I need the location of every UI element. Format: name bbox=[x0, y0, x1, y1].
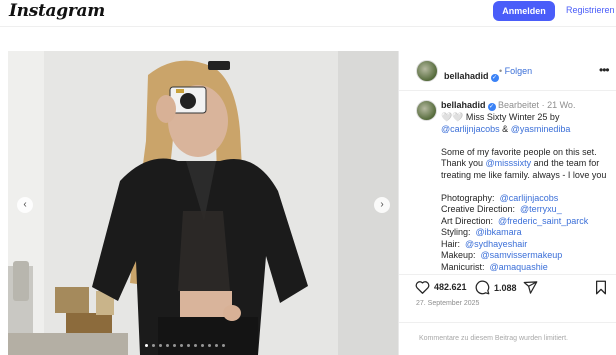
follow-area: • Folgen bbox=[499, 66, 532, 76]
credit-role: Hair: bbox=[441, 238, 461, 249]
credit-line: Manicurist: @amaquashie bbox=[441, 262, 609, 274]
share-button[interactable] bbox=[523, 280, 538, 295]
chevron-left-icon: ‹ bbox=[23, 199, 27, 210]
carousel-dot[interactable] bbox=[215, 344, 218, 347]
register-link[interactable]: Registrieren bbox=[566, 5, 615, 15]
chevron-right-icon: › bbox=[380, 199, 384, 210]
instagram-logo[interactable]: Instagram bbox=[9, 1, 105, 21]
post-photo bbox=[8, 51, 398, 355]
credit-role: Creative Direction: bbox=[441, 204, 516, 214]
caption-emoji: 🤍🤍 bbox=[441, 112, 464, 122]
credit-line: Makeup: @samvissermakeup bbox=[441, 250, 609, 262]
comment-count: 1.088 bbox=[494, 282, 517, 293]
carousel-dot[interactable] bbox=[145, 344, 148, 347]
post-media[interactable]: ‹ › bbox=[8, 51, 398, 355]
save-button[interactable] bbox=[595, 280, 607, 295]
follow-button[interactable]: Folgen bbox=[505, 66, 533, 76]
caption-area: bellahadid ✓ Bearbeitet · 21 Wo. 🤍🤍 Miss … bbox=[399, 92, 616, 274]
credit-role: Art Direction: bbox=[441, 215, 494, 226]
mention-link[interactable]: @carlijnjacobs bbox=[441, 124, 500, 134]
carousel-dot[interactable] bbox=[194, 344, 197, 347]
credit-line: Styling: @ibkamara bbox=[441, 227, 609, 239]
credit-role: Makeup: bbox=[441, 250, 476, 260]
credit-handle-link[interactable]: @frederic_saint_parck bbox=[498, 216, 588, 226]
age-separator: · bbox=[541, 100, 545, 110]
comment-icon bbox=[475, 280, 490, 295]
share-icon bbox=[523, 281, 538, 294]
carousel-dot[interactable] bbox=[173, 344, 176, 347]
credit-line: Photography: @carlijnjacobs bbox=[441, 193, 609, 205]
credit-role: Manicurist: bbox=[441, 261, 485, 272]
credit-line: Art Direction: @frederic_saint_parck bbox=[441, 216, 609, 228]
credit-handle-link[interactable]: @amaquashie bbox=[490, 262, 548, 272]
post-age: 21 Wo. bbox=[547, 100, 576, 110]
edited-label: Bearbeitet bbox=[498, 100, 540, 110]
post-card: ‹ › bellahadid ✓ • Folgen ••• bellahadid ✓… bbox=[8, 51, 616, 355]
carousel-dot[interactable] bbox=[222, 344, 225, 347]
author-username[interactable]: bellahadid bbox=[444, 71, 489, 81]
credit-handle-link[interactable]: @sydhayeshair bbox=[465, 239, 527, 249]
like-button[interactable]: 482.621 bbox=[415, 280, 467, 294]
next-slide-button[interactable]: › bbox=[374, 197, 390, 213]
heart-icon bbox=[415, 281, 430, 294]
more-options-icon[interactable]: ••• bbox=[599, 63, 610, 77]
carousel-dot[interactable] bbox=[159, 344, 162, 347]
caption-avatar[interactable] bbox=[416, 100, 437, 121]
caption-and: & bbox=[499, 123, 511, 134]
previous-slide-button[interactable]: ‹ bbox=[17, 197, 33, 213]
login-button[interactable]: Anmelden bbox=[493, 1, 555, 21]
carousel-dot[interactable] bbox=[208, 344, 211, 347]
verified-badge-icon: ✓ bbox=[490, 74, 499, 82]
credit-handle-link[interactable]: @samvissermakeup bbox=[481, 250, 563, 260]
verified-badge-icon: ✓ bbox=[487, 103, 496, 111]
comments-limited-notice: Kommentare zu diesem Beitrag wurden limi… bbox=[399, 322, 616, 355]
carousel-indicator bbox=[145, 344, 225, 347]
caption-text: 🤍🤍 Miss Sixty Winter 25 by @carlijnjacob… bbox=[441, 112, 609, 273]
carousel-dot[interactable] bbox=[166, 344, 169, 347]
top-bar: Instagram Anmelden Registrieren bbox=[0, 0, 616, 27]
credit-role: Photography: bbox=[441, 192, 495, 203]
bookmark-icon bbox=[596, 280, 606, 295]
credit-handle-link[interactable]: @terryxu_ bbox=[520, 204, 562, 214]
mention-link[interactable]: @misssixty bbox=[486, 158, 532, 168]
carousel-dot[interactable] bbox=[152, 344, 155, 347]
like-count: 482.621 bbox=[434, 282, 467, 292]
post-date: 27. September 2025 bbox=[416, 300, 480, 307]
credit-line: Creative Direction: @terryxu_ bbox=[441, 204, 609, 216]
carousel-dot[interactable] bbox=[201, 344, 204, 347]
credit-role: Styling: bbox=[441, 227, 471, 237]
caption-header: bellahadid ✓ Bearbeitet · 21 Wo. bbox=[441, 100, 575, 111]
follow-separator: • bbox=[499, 66, 503, 76]
avatar[interactable] bbox=[416, 60, 438, 82]
comments-limited-text: Kommentare zu diesem Beitrag wurden limi… bbox=[419, 335, 569, 342]
post-side-panel: bellahadid ✓ • Folgen ••• bellahadid ✓ Bea… bbox=[399, 51, 616, 355]
mention-link[interactable]: @yasminediba bbox=[511, 124, 571, 134]
post-author: bellahadid ✓ bbox=[444, 66, 499, 84]
comment-button[interactable]: 1.088 bbox=[475, 280, 517, 295]
caption-line1: Miss Sixty Winter 25 by bbox=[463, 112, 560, 122]
credit-handle-link[interactable]: @carlijnjacobs bbox=[500, 193, 559, 203]
carousel-dot[interactable] bbox=[187, 344, 190, 347]
credit-handle-link[interactable]: @ibkamara bbox=[476, 227, 522, 237]
credits-list: Photography: @carlijnjacobs Creative Dire… bbox=[441, 193, 609, 274]
post-header: bellahadid ✓ • Folgen ••• bbox=[399, 51, 616, 91]
carousel-dot[interactable] bbox=[180, 344, 183, 347]
credit-line: Hair: @sydhayeshair bbox=[441, 239, 609, 251]
caption-username[interactable]: bellahadid bbox=[441, 100, 486, 110]
